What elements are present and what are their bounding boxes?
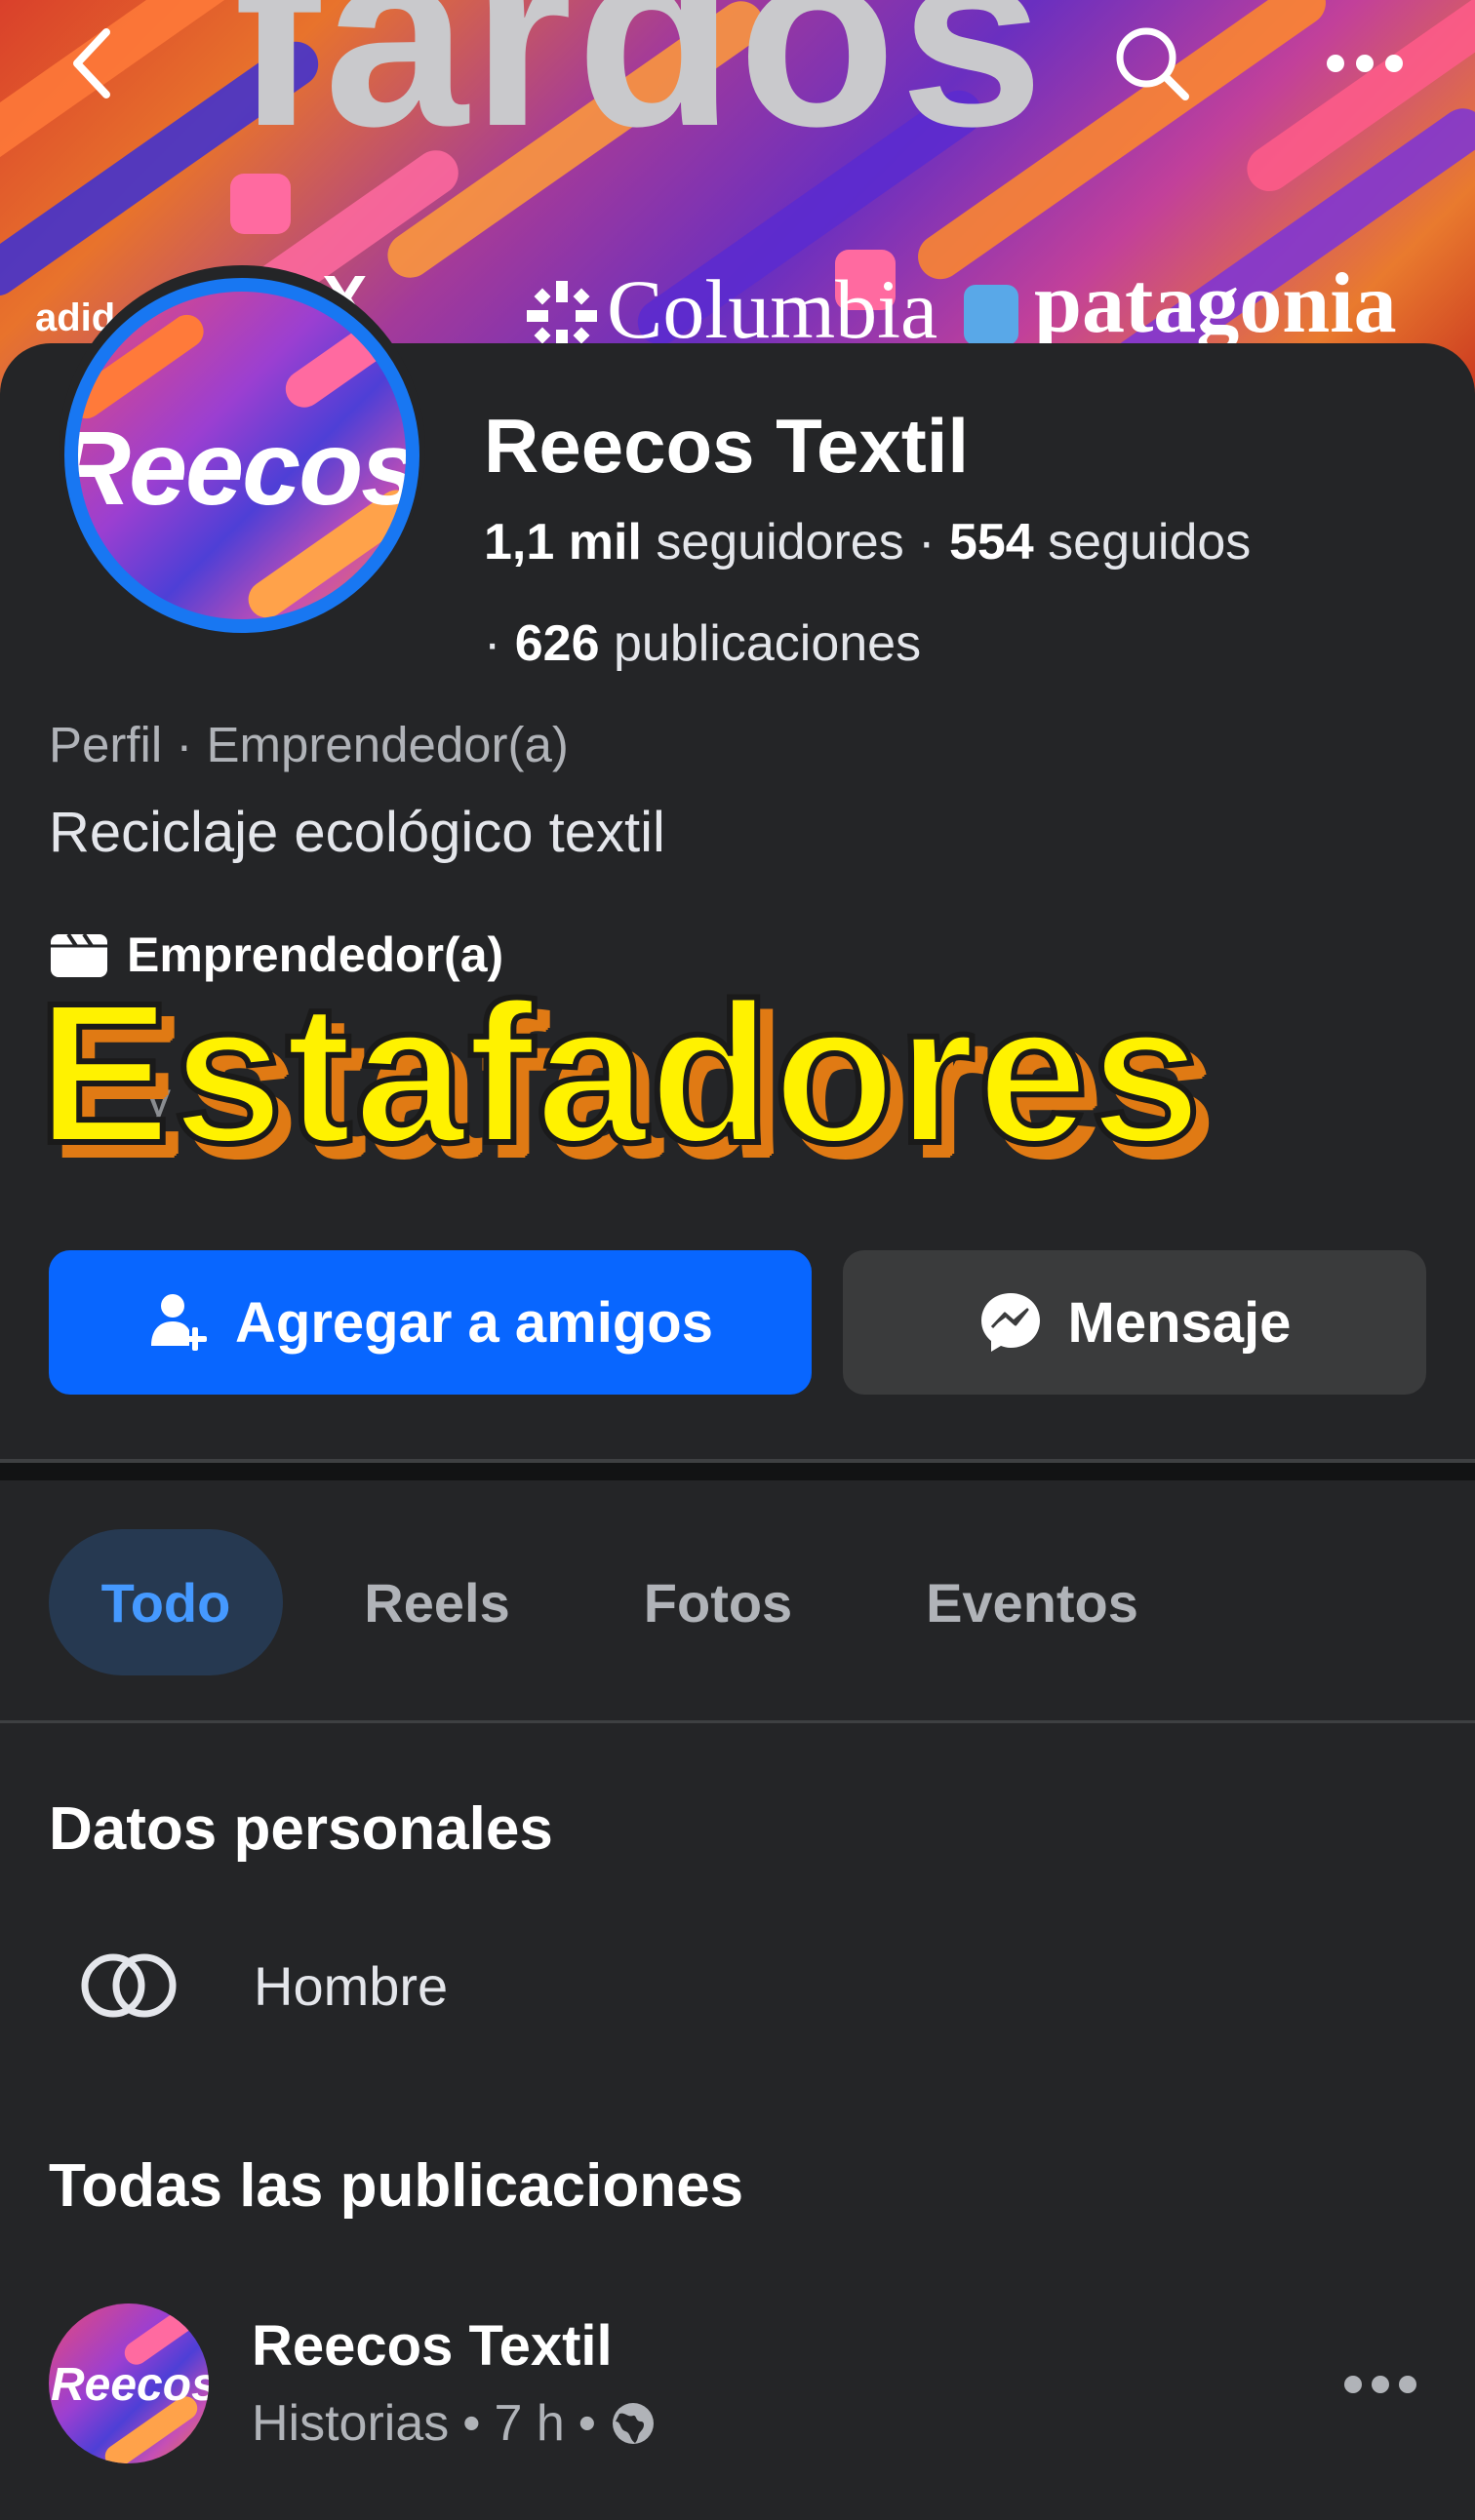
followers-label[interactable]: seguidores xyxy=(642,514,903,571)
profile-bio: Reciclaje ecológico textil xyxy=(49,801,665,864)
meta-dot: • xyxy=(578,2395,596,2452)
brand-patagonia: patagonia xyxy=(1034,256,1397,351)
stats-separator: · xyxy=(903,514,949,571)
page-name: Reecos Textil xyxy=(484,403,970,489)
section-gap xyxy=(0,1463,1475,1480)
tab-todo[interactable]: Todo xyxy=(49,1529,283,1675)
gender-row: Hombre xyxy=(78,1950,448,2021)
post-author-avatar[interactable]: Reecos xyxy=(49,2303,209,2463)
message-button[interactable]: Mensaje xyxy=(843,1250,1426,1395)
profile-category: Perfil · Emprendedor(a) xyxy=(49,717,569,772)
post-more-options-button[interactable] xyxy=(1327,2331,1434,2438)
message-label: Mensaje xyxy=(1067,1290,1292,1355)
tab-reels[interactable]: Reels xyxy=(343,1529,531,1675)
following-label[interactable]: seguidos xyxy=(1034,514,1251,571)
brand-columbia: Columbia xyxy=(607,262,938,356)
posts-count: 626 xyxy=(514,615,600,672)
followers-count[interactable]: 1,1 mil xyxy=(484,514,642,571)
more-horizontal-icon xyxy=(1327,55,1403,72)
post-avatar-logo-text: Reecos xyxy=(51,2359,209,2411)
add-friend-button[interactable]: Agregar a amigos xyxy=(49,1250,812,1395)
post-time[interactable]: 7 h xyxy=(494,2394,564,2453)
more-horizontal-icon xyxy=(1344,2376,1416,2393)
posts-label: publicaciones xyxy=(599,615,922,672)
messenger-icon xyxy=(980,1293,1040,1352)
post-source: Historias xyxy=(252,2395,450,2452)
follow-stats: 1,1 mil seguidores · 554 seguidos xyxy=(484,513,1251,571)
search-icon xyxy=(1116,27,1189,100)
tab-fotos[interactable]: Fotos xyxy=(624,1529,812,1675)
cover-decoration xyxy=(964,285,1018,345)
gender-label: Hombre xyxy=(254,1954,449,2017)
search-button[interactable] xyxy=(1098,10,1206,117)
chevron-left-icon xyxy=(73,28,110,98)
post-meta: Historias • 7 h • xyxy=(252,2394,657,2453)
globe-icon xyxy=(613,2403,654,2444)
interlocking-rings-icon xyxy=(81,1953,177,2018)
posts-prefix: · xyxy=(484,615,515,672)
meta-dot: • xyxy=(462,2395,481,2452)
profile-avatar[interactable]: Reecos xyxy=(64,278,419,633)
tabs-divider xyxy=(0,1720,1475,1723)
overlay-caption: Estafadores xyxy=(34,962,1205,1185)
avatar-logo-text: Reecos xyxy=(64,409,419,527)
personal-data-title: Datos personales xyxy=(49,1795,553,1863)
posts-stats: · 626 publicaciones xyxy=(484,614,921,673)
following-count[interactable]: 554 xyxy=(949,514,1034,571)
back-button[interactable] xyxy=(39,10,146,117)
tab-eventos[interactable]: Eventos xyxy=(907,1529,1157,1675)
all-posts-title: Todas las publicaciones xyxy=(49,2152,744,2220)
cover-title: fardos xyxy=(234,0,1048,180)
post-author-name[interactable]: Reecos Textil xyxy=(252,2313,613,2379)
add-friend-label: Agregar a amigos xyxy=(235,1290,713,1355)
more-options-button[interactable] xyxy=(1311,10,1418,117)
add-friend-icon xyxy=(151,1294,208,1351)
